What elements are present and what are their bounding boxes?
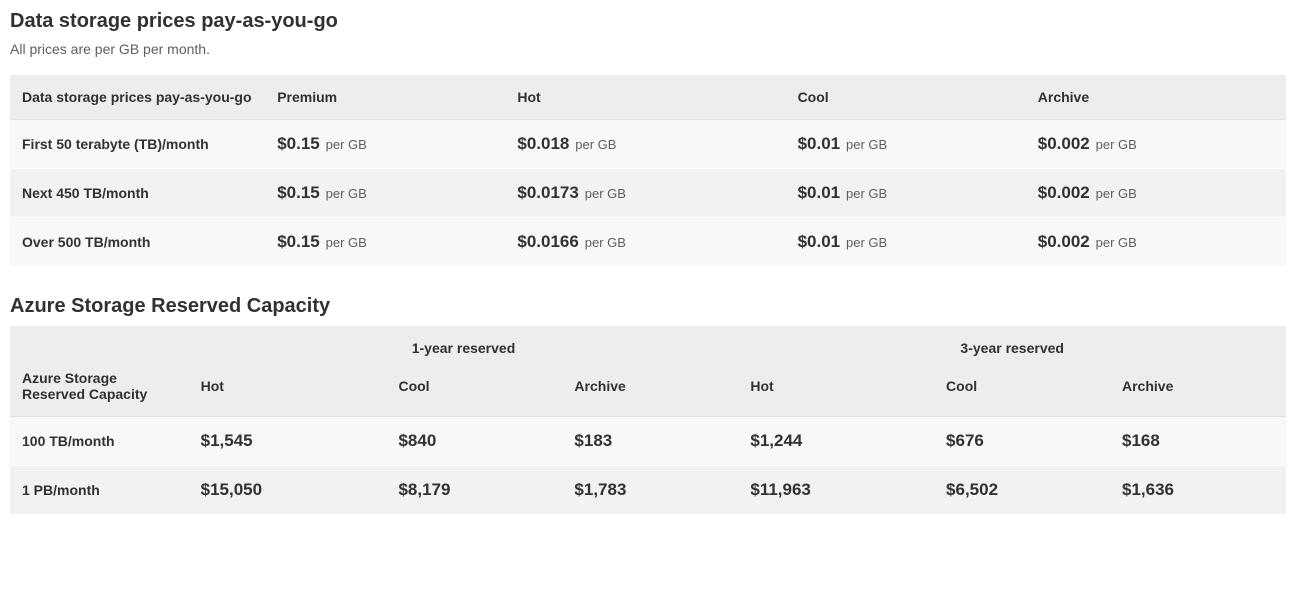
price-cell: $0.002 per GB bbox=[1026, 169, 1286, 218]
price-cell: $0.15 per GB bbox=[265, 120, 505, 169]
section-title: Azure Storage Reserved Capacity bbox=[10, 295, 1286, 318]
price-cell: $0.0166 per GB bbox=[505, 218, 785, 267]
payg-table: Data storage prices pay-as-you-go Premiu… bbox=[10, 75, 1286, 267]
table-header-blank bbox=[10, 326, 189, 364]
table-header: Archive bbox=[562, 364, 738, 417]
table-header: Azure Storage Reserved Capacity bbox=[10, 364, 189, 417]
row-label: 1 PB/month bbox=[10, 466, 189, 515]
table-header: Data storage prices pay-as-you-go bbox=[10, 75, 265, 120]
price-cell: $8,179 bbox=[386, 466, 562, 515]
price-cell: $1,545 bbox=[189, 417, 387, 466]
table-row: Next 450 TB/month $0.15 per GB $0.0173 p… bbox=[10, 169, 1286, 218]
price-cell: $0.018 per GB bbox=[505, 120, 785, 169]
table-header: Cool bbox=[934, 364, 1110, 417]
row-label: 100 TB/month bbox=[10, 417, 189, 466]
section-subtitle: All prices are per GB per month. bbox=[10, 41, 1286, 57]
price-cell: $168 bbox=[1110, 417, 1286, 466]
price-cell: $1,636 bbox=[1110, 466, 1286, 515]
price-cell: $0.002 per GB bbox=[1026, 120, 1286, 169]
table-header: Cool bbox=[386, 364, 562, 417]
price-cell: $840 bbox=[386, 417, 562, 466]
price-cell: $0.15 per GB bbox=[265, 169, 505, 218]
table-header-group: 3-year reserved bbox=[738, 326, 1286, 364]
table-header-group: 1-year reserved bbox=[189, 326, 739, 364]
row-label: Over 500 TB/month bbox=[10, 218, 265, 267]
table-row: Over 500 TB/month $0.15 per GB $0.0166 p… bbox=[10, 218, 1286, 267]
table-header: Hot bbox=[738, 364, 934, 417]
table-header: Archive bbox=[1026, 75, 1286, 120]
row-label: Next 450 TB/month bbox=[10, 169, 265, 218]
table-header: Hot bbox=[505, 75, 785, 120]
price-cell: $6,502 bbox=[934, 466, 1110, 515]
table-row: 1 PB/month $15,050 $8,179 $1,783 $11,963… bbox=[10, 466, 1286, 515]
price-cell: $183 bbox=[562, 417, 738, 466]
price-cell: $0.0173 per GB bbox=[505, 169, 785, 218]
price-cell: $0.15 per GB bbox=[265, 218, 505, 267]
table-header: Hot bbox=[189, 364, 387, 417]
table-row: 100 TB/month $1,545 $840 $183 $1,244 $67… bbox=[10, 417, 1286, 466]
table-row: First 50 terabyte (TB)/month $0.15 per G… bbox=[10, 120, 1286, 169]
price-cell: $676 bbox=[934, 417, 1110, 466]
price-cell: $0.002 per GB bbox=[1026, 218, 1286, 267]
section-title: Data storage prices pay-as-you-go bbox=[10, 10, 1286, 33]
price-cell: $0.01 per GB bbox=[786, 218, 1026, 267]
reserved-table: 1-year reserved 3-year reserved Azure St… bbox=[10, 326, 1286, 515]
table-header: Archive bbox=[1110, 364, 1286, 417]
table-header: Premium bbox=[265, 75, 505, 120]
price-cell: $1,783 bbox=[562, 466, 738, 515]
price-cell: $15,050 bbox=[189, 466, 387, 515]
price-cell: $0.01 per GB bbox=[786, 169, 1026, 218]
price-cell: $0.01 per GB bbox=[786, 120, 1026, 169]
price-cell: $1,244 bbox=[738, 417, 934, 466]
table-header: Cool bbox=[786, 75, 1026, 120]
price-cell: $11,963 bbox=[738, 466, 934, 515]
row-label: First 50 terabyte (TB)/month bbox=[10, 120, 265, 169]
